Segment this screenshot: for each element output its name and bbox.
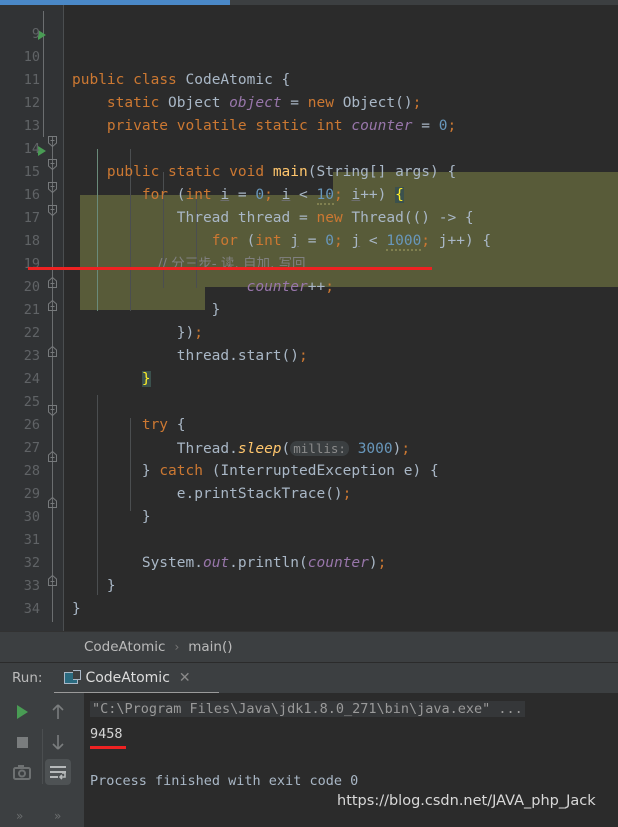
editor-line[interactable]: 11 static Object object = new Object(); bbox=[0, 46, 618, 111]
breadcrumb-separator: › bbox=[174, 640, 180, 654]
editor-line[interactable]: 16 Thread thread = new Thread(() -> { bbox=[0, 161, 618, 226]
console-output-value: 9458 bbox=[90, 726, 123, 742]
editor-line[interactable]: 32 } bbox=[0, 529, 618, 594]
editor-line[interactable]: 24 bbox=[0, 345, 618, 387]
editor-line[interactable]: 33 } bbox=[0, 552, 618, 617]
editor-line[interactable]: 26 Thread.sleep(millis: 3000); bbox=[0, 391, 618, 457]
console-exit-line: Process finished with exit code 0 bbox=[90, 773, 359, 789]
line-content: } bbox=[72, 601, 81, 618]
editor-line[interactable]: 18 // 分三步- 读, 自加, 写回 bbox=[0, 207, 618, 272]
run-toolbar: » » bbox=[0, 693, 84, 827]
editor-line[interactable]: 30 bbox=[0, 483, 618, 525]
breadcrumb-item-method[interactable]: main() bbox=[188, 639, 232, 655]
console-icon bbox=[64, 670, 82, 684]
expand-toolbar-chevron-right[interactable]: » bbox=[54, 809, 61, 823]
editor-line[interactable]: 19 counter++; bbox=[0, 230, 618, 295]
editor-line[interactable]: 23 } bbox=[0, 322, 618, 388]
toolbar-divider bbox=[42, 729, 43, 784]
console-output[interactable]: "C:\Program Files\Java\jdk1.8.0_271\bin\… bbox=[84, 693, 618, 827]
console-command-text: "C:\Program Files\Java\jdk1.8.0_271\bin\… bbox=[90, 701, 525, 717]
editor-line[interactable]: 17 for (int j = 0; j < 1000; j++) { bbox=[0, 184, 618, 252]
run-tool-window: Run: CodeAtomic ✕ » » "C:\Program Files\… bbox=[0, 662, 618, 827]
run-tool-window-label: Run: bbox=[12, 670, 43, 686]
editor-line[interactable]: 15 for (int i = 0; i < 10; i++) { bbox=[0, 138, 618, 206]
screenshot-button[interactable] bbox=[9, 759, 35, 785]
breadcrumb[interactable]: CodeAtomic › main() bbox=[0, 631, 618, 662]
run-tool-window-header: Run: CodeAtomic ✕ bbox=[0, 663, 618, 693]
editor-line[interactable]: 25 try { bbox=[0, 368, 618, 433]
editor-line[interactable]: 27 } catch (InterruptedException e) { bbox=[0, 414, 618, 479]
editor-line[interactable]: 21 }); bbox=[0, 276, 618, 341]
scroll-down-button[interactable] bbox=[45, 729, 71, 755]
annotation-red-underline-output bbox=[90, 746, 126, 749]
editor-line[interactable]: 34 bbox=[0, 575, 618, 617]
watermark-url: https://blog.csdn.net/JAVA_php_Jack bbox=[337, 793, 596, 809]
scroll-up-button[interactable] bbox=[45, 699, 71, 725]
rerun-button[interactable] bbox=[9, 699, 35, 725]
editor-line[interactable]: 14 public static void main(String[] args… bbox=[0, 115, 618, 180]
stop-button[interactable] bbox=[9, 729, 35, 755]
breadcrumb-item-class[interactable]: CodeAtomic bbox=[84, 639, 165, 655]
console-command-line: "C:\Program Files\Java\jdk1.8.0_271\bin\… bbox=[90, 700, 525, 719]
intellij-idea-window: 9 10 public class CodeAtomic { 11 static… bbox=[0, 0, 618, 827]
editor-line[interactable]: 10 public class CodeAtomic { bbox=[0, 23, 618, 88]
editor-line[interactable]: 28 e.printStackTrace(); bbox=[0, 437, 618, 502]
code-editor[interactable]: 9 10 public class CodeAtomic { 11 static… bbox=[0, 5, 618, 631]
editor-line[interactable]: 20 } bbox=[0, 253, 618, 318]
line-number: 34 bbox=[23, 601, 40, 618]
editor-line[interactable]: 12 private volatile static int counter =… bbox=[0, 69, 618, 134]
run-tab-label: CodeAtomic bbox=[85, 670, 170, 686]
editor-line[interactable]: 29 } bbox=[0, 460, 618, 525]
run-tab-codeatomic[interactable]: CodeAtomic ✕ bbox=[64, 663, 191, 693]
editor-line[interactable]: 9 bbox=[0, 5, 618, 42]
expand-toolbar-chevron-left[interactable]: » bbox=[16, 809, 23, 823]
editor-line[interactable]: 13 bbox=[0, 92, 618, 134]
editor-line[interactable]: 31 System.out.println(counter); bbox=[0, 506, 618, 571]
soft-wrap-button[interactable] bbox=[45, 759, 71, 785]
editor-line[interactable]: 22 thread.start(); bbox=[0, 299, 618, 364]
close-icon[interactable]: ✕ bbox=[179, 670, 191, 686]
annotation-red-underline-counter bbox=[28, 267, 432, 270]
